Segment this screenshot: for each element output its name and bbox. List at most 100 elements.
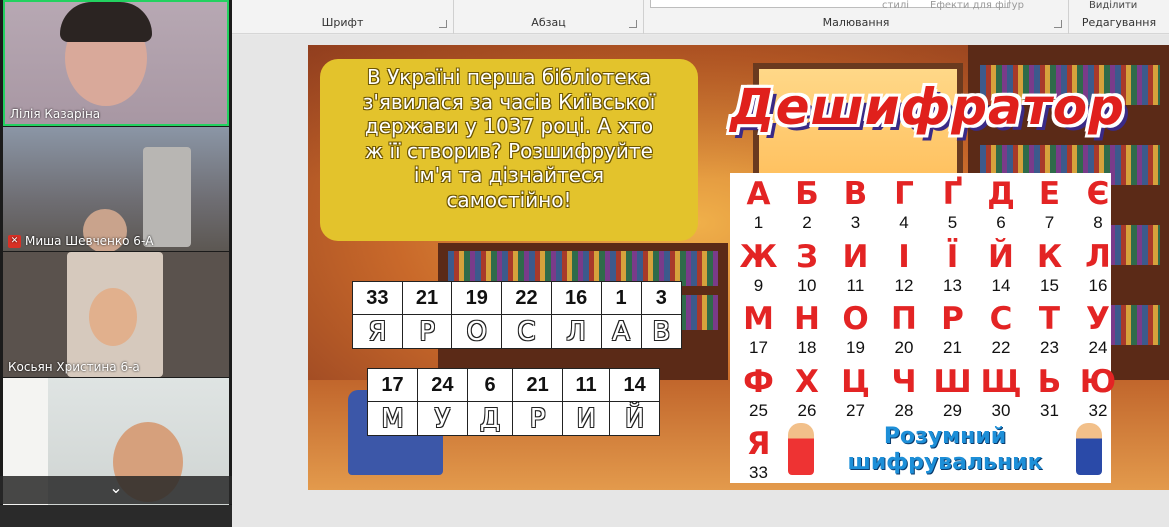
cipher-cell: Н 18 [783, 300, 832, 362]
screen: Шрифт Абзац стилі Ефекти для фігур Малюв… [0, 0, 1169, 527]
cipher-number: 28 [894, 400, 914, 420]
cipher-number: 19 [846, 338, 865, 357]
code-number: 3 [640, 281, 683, 315]
ribbon: Шрифт Абзац стилі Ефекти для фігур Малюв… [232, 0, 1169, 34]
slide-title: Дешифратор [730, 78, 1125, 136]
cipher-cell: Л 16 [1074, 238, 1123, 300]
cipher-number: 24 [1088, 338, 1108, 357]
editing-group: Виділити Редагування [1069, 0, 1169, 34]
cipher-letter: Ь [1037, 363, 1062, 400]
cipher-number: 5 [947, 213, 958, 232]
participant-name: ✕ Миша Шевченко 6-А [8, 234, 153, 248]
cipher-cell: І 12 [880, 238, 929, 300]
paragraph-group: Абзац [454, 0, 644, 34]
cipher-cell: М 17 [734, 300, 783, 362]
cipher-letter: У [1086, 301, 1110, 337]
cipher-number: 26 [797, 400, 817, 420]
cipher-number: 23 [1040, 338, 1059, 357]
cipher-letter: Х [795, 363, 819, 400]
decoded-letter: Л [550, 314, 602, 349]
cipher-letter: Т [1038, 301, 1061, 337]
cipher-number: 9 [753, 275, 764, 295]
drawing-group: стилі Ефекти для фігур Малювання [644, 0, 1069, 34]
font-dialog-launcher-icon[interactable] [439, 20, 447, 28]
cipher-letter: О [842, 301, 869, 337]
girl-figure-icon [788, 423, 814, 475]
cipher-number: 6 [996, 213, 1006, 232]
shape-effects-label[interactable]: Ефекти для фігур [930, 0, 1024, 11]
code-number: 11 [561, 368, 611, 402]
cipher-number: 14 [991, 275, 1011, 295]
cipher-cell: Д6 [977, 175, 1026, 237]
cipher-table: Розумний шифрувальник А1Б2В3Г4Ґ5Д6Е7Є8Ж9… [730, 173, 1116, 483]
door [143, 147, 191, 247]
participant-tile[interactable]: Лілія Казаріна [3, 0, 229, 126]
cipher-letter: Й [988, 238, 1014, 275]
cipher-cell: С 22 [977, 300, 1026, 362]
question-line: з'явилася за часів Київської [362, 89, 656, 114]
cipher-cell: Є8 [1074, 175, 1123, 237]
cipher-letter: Б [795, 176, 819, 212]
cipher-number: 27 [846, 400, 865, 420]
cipher-letter: З [795, 238, 819, 275]
decoded-letter: Я [352, 314, 403, 349]
font-group-label: Шрифт [321, 16, 364, 29]
cipher-cell: Б2 [783, 175, 832, 237]
participant-video [89, 288, 137, 346]
cipher-cell: Щ 30 [977, 363, 1026, 425]
participant-tile[interactable]: Косьян Христина 6-а [3, 252, 229, 377]
cipher-cell: Ь 31 [1025, 363, 1074, 425]
cipher-number: 21 [943, 338, 962, 357]
cipher-cell: Й 14 [977, 238, 1026, 300]
cipher-number: 2 [802, 213, 812, 232]
code-number: 14 [609, 368, 660, 402]
cipher-letter: Ю [1079, 363, 1117, 400]
participant-tile[interactable]: ✕ Миша Шевченко 6-А [3, 127, 229, 251]
cipher-cell: О 19 [831, 300, 880, 362]
participant-name: Лілія Казаріна [10, 107, 101, 121]
cipher-letter: Г [894, 176, 914, 212]
cipher-letter: В [843, 176, 868, 212]
paragraph-dialog-launcher-icon[interactable] [629, 20, 637, 28]
code-number: 6 [466, 368, 514, 402]
cipher-cell: Р 21 [928, 300, 977, 362]
cipher-number: 30 [991, 400, 1011, 420]
cipher-cell: А1 [734, 175, 783, 237]
cipher-letter: К [1036, 238, 1063, 275]
cipher-cell: У 24 [1074, 300, 1123, 362]
question-line: ім'я та дізнайтеся [413, 163, 605, 187]
cipher-letter: Н [794, 301, 820, 337]
cipher-cell: З 10 [783, 238, 832, 300]
cipher-number: 20 [894, 338, 914, 357]
cipher-number: 10 [797, 275, 817, 295]
cipher-letter: Я [746, 426, 771, 462]
cipher-letter: Ч [891, 363, 917, 400]
cipher-number: 22 [991, 338, 1011, 357]
participant-video [60, 2, 152, 42]
brand-text: Розумний шифрувальник [820, 424, 1070, 476]
cipher-cell: Х 26 [783, 363, 832, 425]
collapse-chevron-icon[interactable]: ⌄ [0, 476, 232, 504]
cipher-cell: В3 [831, 175, 880, 237]
cipher-letter: Є [1086, 176, 1110, 212]
styles-label[interactable]: стилі [882, 0, 909, 11]
cipher-cell: И 11 [831, 238, 880, 300]
select-label[interactable]: Виділити [1089, 0, 1137, 11]
cipher-cell: П 20 [880, 300, 929, 362]
decoded-letter: Р [512, 401, 563, 436]
code-number: 21 [401, 281, 453, 315]
word2-grid: 17 24 6 21 11 14 М У Д Р И Й [366, 368, 660, 436]
drawing-dialog-launcher-icon[interactable] [1054, 20, 1062, 28]
cipher-letter: П [891, 301, 917, 337]
font-group: Шрифт [232, 0, 454, 34]
code-number: 24 [417, 368, 468, 402]
cipher-cell: Ї 13 [928, 238, 977, 300]
decoded-letter: А [600, 314, 642, 349]
cipher-number: 18 [797, 338, 817, 357]
code-number: 17 [366, 368, 419, 402]
cipher-cell: Г4 [880, 175, 929, 237]
decoded-letter: О [451, 314, 503, 349]
boy-figure-icon [1076, 423, 1102, 475]
editing-group-label: Редагування [1081, 16, 1157, 29]
cipher-letter: Л [1085, 238, 1111, 275]
